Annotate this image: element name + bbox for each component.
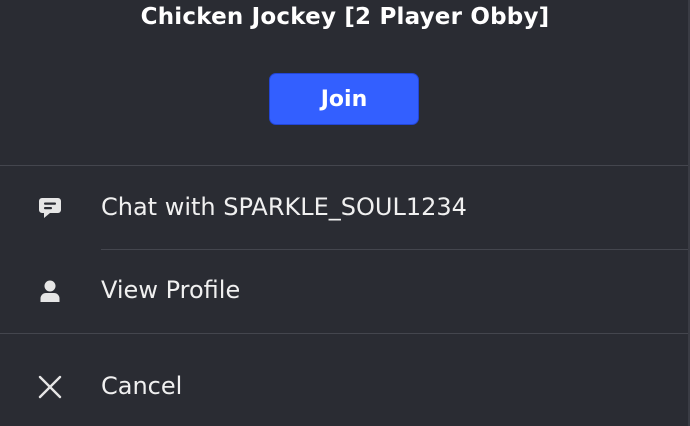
chat-icon	[36, 194, 64, 222]
divider	[0, 333, 690, 334]
divider	[101, 249, 690, 250]
menu-item-label: Chat with SPARKLE_SOUL1234	[101, 193, 467, 221]
action-sheet: Chicken Jockey [2 Player Obby] Join Chat…	[0, 0, 690, 426]
close-icon	[36, 373, 64, 401]
profile-icon	[36, 277, 64, 305]
menu-item-view-profile[interactable]: View Profile	[0, 251, 690, 333]
menu-item-cancel[interactable]: Cancel	[0, 335, 690, 426]
menu-item-label: View Profile	[101, 276, 241, 304]
join-button[interactable]: Join	[269, 73, 419, 125]
menu-item-chat[interactable]: Chat with SPARKLE_SOUL1234	[0, 167, 690, 249]
game-title: Chicken Jockey [2 Player Obby]	[140, 4, 550, 30]
menu-item-label: Cancel	[101, 372, 183, 400]
divider	[0, 165, 690, 166]
